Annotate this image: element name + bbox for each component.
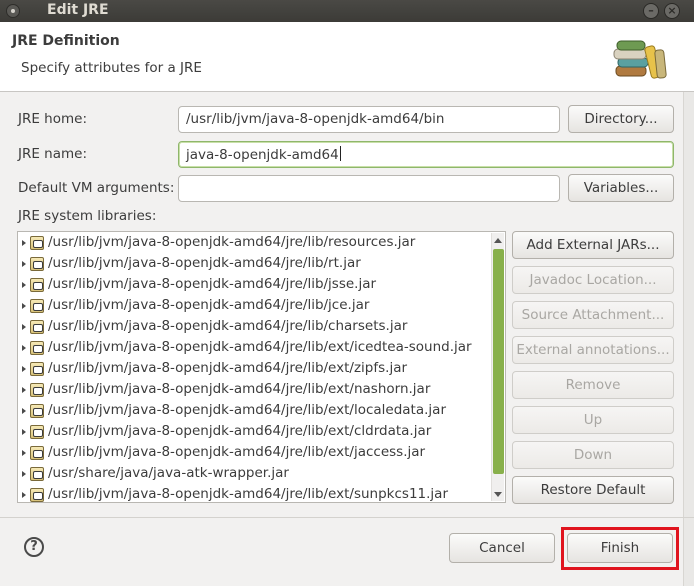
library-item[interactable]: /usr/lib/jvm/java-8-openjdk-amd64/jre/li… (18, 233, 488, 254)
library-path: /usr/lib/jvm/java-8-openjdk-amd64/jre/li… (48, 444, 426, 460)
jar-file-icon (30, 446, 44, 460)
source-attachment-button[interactable]: Source Attachment... (512, 301, 674, 329)
help-icon[interactable]: ? (24, 537, 44, 557)
jre-name-field[interactable]: java-8-openjdk-amd64 (178, 141, 674, 168)
jar-file-icon (30, 488, 44, 502)
directory-button[interactable]: Directory... (568, 105, 674, 133)
restore-default-button[interactable]: Restore Default (512, 476, 674, 504)
window-edge (683, 92, 694, 586)
jar-file-icon (30, 425, 44, 439)
scroll-down-icon[interactable] (494, 492, 502, 497)
library-item[interactable]: /usr/lib/jvm/java-8-openjdk-amd64/jre/li… (18, 296, 488, 317)
vm-args-field[interactable] (178, 175, 560, 202)
library-item[interactable]: /usr/lib/jvm/java-8-openjdk-amd64/jre/li… (18, 485, 488, 502)
header-title: JRE Definition (12, 33, 120, 49)
jar-file-icon (30, 383, 44, 397)
expand-arrow-icon[interactable] (22, 492, 26, 498)
up-button[interactable]: Up (512, 406, 674, 434)
expand-arrow-icon[interactable] (22, 345, 26, 351)
library-item[interactable]: /usr/share/java/java-atk-wrapper.jar (18, 464, 488, 485)
text-caret (339, 146, 341, 161)
expand-arrow-icon[interactable] (22, 240, 26, 246)
footer-separator (0, 517, 694, 518)
libraries-tree[interactable]: /usr/lib/jvm/java-8-openjdk-amd64/jre/li… (17, 231, 506, 503)
minimize-icon[interactable]: – (643, 3, 659, 19)
expand-arrow-icon[interactable] (22, 282, 26, 288)
expand-arrow-icon[interactable] (22, 408, 26, 414)
jar-file-icon (30, 320, 44, 334)
library-path: /usr/lib/jvm/java-8-openjdk-amd64/jre/li… (48, 276, 377, 292)
library-item[interactable]: /usr/lib/jvm/java-8-openjdk-amd64/jre/li… (18, 443, 488, 464)
javadoc-location-button[interactable]: Javadoc Location... (512, 266, 674, 294)
library-item[interactable]: /usr/lib/jvm/java-8-openjdk-amd64/jre/li… (18, 401, 488, 422)
libraries-label: JRE system libraries: (18, 208, 157, 224)
library-path: /usr/lib/jvm/java-8-openjdk-amd64/jre/li… (48, 423, 432, 439)
vm-args-label: Default VM arguments: (18, 180, 175, 196)
dialog-header: JRE Definition Specify attributes for a … (0, 22, 694, 92)
library-item[interactable]: /usr/lib/jvm/java-8-openjdk-amd64/jre/li… (18, 380, 488, 401)
jar-file-icon (30, 467, 44, 481)
scroll-up-icon[interactable] (494, 238, 502, 243)
library-path: /usr/lib/jvm/java-8-openjdk-amd64/jre/li… (48, 339, 472, 355)
scrollbar-thumb[interactable] (493, 249, 504, 474)
add-external-jars-button[interactable]: Add External JARs... (512, 231, 674, 259)
variables-button[interactable]: Variables... (568, 174, 674, 202)
external-annotations-button[interactable]: External annotations... (512, 336, 674, 364)
expand-arrow-icon[interactable] (22, 324, 26, 330)
jar-file-icon (30, 236, 44, 250)
library-item[interactable]: /usr/lib/jvm/java-8-openjdk-amd64/jre/li… (18, 317, 488, 338)
close-icon[interactable]: × (664, 3, 680, 19)
jre-home-field[interactable]: /usr/lib/jvm/java-8-openjdk-amd64/bin (178, 106, 560, 133)
finish-highlight-box (561, 527, 679, 570)
down-button[interactable]: Down (512, 441, 674, 469)
title-bar: Edit JRE – × (0, 0, 694, 22)
library-path: /usr/lib/jvm/java-8-openjdk-amd64/jre/li… (48, 255, 361, 271)
library-path: /usr/lib/jvm/java-8-openjdk-amd64/jre/li… (48, 234, 416, 250)
expand-arrow-icon[interactable] (22, 450, 26, 456)
library-path: /usr/lib/jvm/java-8-openjdk-amd64/jre/li… (48, 381, 431, 397)
jar-file-icon (30, 299, 44, 313)
expand-arrow-icon[interactable] (22, 387, 26, 393)
library-item[interactable]: /usr/lib/jvm/java-8-openjdk-amd64/jre/li… (18, 338, 488, 359)
jre-name-label: JRE name: (18, 146, 88, 162)
jar-file-icon (30, 341, 44, 355)
jar-file-icon (30, 362, 44, 376)
jre-name-value: java-8-openjdk-amd64 (186, 147, 339, 163)
jre-home-label: JRE home: (18, 111, 88, 127)
library-item[interactable]: /usr/lib/jvm/java-8-openjdk-amd64/jre/li… (18, 422, 488, 443)
library-path: /usr/lib/jvm/java-8-openjdk-amd64/jre/li… (48, 402, 446, 418)
library-path: /usr/share/java/java-atk-wrapper.jar (48, 465, 289, 481)
expand-arrow-icon[interactable] (22, 261, 26, 267)
library-path: /usr/lib/jvm/java-8-openjdk-amd64/jre/li… (48, 297, 370, 313)
remove-button[interactable]: Remove (512, 371, 674, 399)
library-item[interactable]: /usr/lib/jvm/java-8-openjdk-amd64/jre/li… (18, 275, 488, 296)
libraries-scrollbar[interactable] (491, 233, 504, 501)
expand-arrow-icon[interactable] (22, 303, 26, 309)
app-menu-icon[interactable] (6, 4, 20, 18)
expand-arrow-icon[interactable] (22, 471, 26, 477)
expand-arrow-icon[interactable] (22, 429, 26, 435)
library-item[interactable]: /usr/lib/jvm/java-8-openjdk-amd64/jre/li… (18, 254, 488, 275)
books-icon (613, 40, 667, 79)
library-path: /usr/lib/jvm/java-8-openjdk-amd64/jre/li… (48, 486, 448, 502)
cancel-button[interactable]: Cancel (449, 533, 555, 563)
library-path: /usr/lib/jvm/java-8-openjdk-amd64/jre/li… (48, 360, 408, 376)
jar-file-icon (30, 404, 44, 418)
jar-file-icon (30, 278, 44, 292)
expand-arrow-icon[interactable] (22, 366, 26, 372)
header-description: Specify attributes for a JRE (21, 60, 202, 76)
window-title: Edit JRE (47, 2, 109, 18)
library-item[interactable]: /usr/lib/jvm/java-8-openjdk-amd64/jre/li… (18, 359, 488, 380)
library-path: /usr/lib/jvm/java-8-openjdk-amd64/jre/li… (48, 318, 408, 334)
jar-file-icon (30, 257, 44, 271)
